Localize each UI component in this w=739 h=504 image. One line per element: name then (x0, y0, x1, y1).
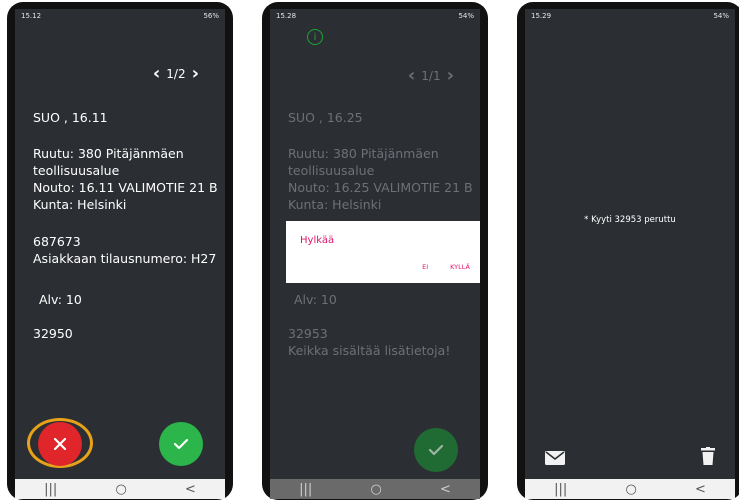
back-button[interactable]: < (440, 482, 451, 497)
status-bar: 15.28 54% (270, 9, 480, 23)
system-nav-bar: ||| ○ < (270, 479, 480, 499)
screen-2: 15.28 54% i ‹ 1/1 › SUO , 16.25 Ruutu: 3… (270, 9, 480, 479)
pickup-line: Nouto: 16.11 VALIMOTIE 21 B (33, 180, 218, 195)
status-time: 15.29 (531, 12, 552, 20)
battery-level: 54% (458, 12, 474, 20)
extra-info-note: Keikka sisältää lisätietoja! (288, 343, 451, 358)
system-nav-bar: ||| ○ < (15, 479, 225, 499)
customer-order-number: Asiakkaan tilausnumero: H27 (33, 251, 217, 266)
area-line: Ruutu: 380 Pitäjänmäen (288, 146, 439, 161)
back-button[interactable]: < (185, 482, 196, 497)
order-number: 687673 (33, 234, 81, 249)
pager: ‹ 1/2 › (153, 63, 199, 84)
vat-line: Alv: 10 (294, 292, 337, 307)
pickup-line: Nouto: 16.25 VALIMOTIE 21 B (288, 180, 473, 195)
order-title: SUO , 16.11 (33, 110, 108, 125)
dialog-title: Hylkää (300, 235, 335, 246)
recent-apps-button[interactable]: ||| (44, 482, 57, 497)
trip-id: 32950 (33, 326, 73, 341)
close-icon (53, 437, 67, 451)
area-line-2: teollisuusalue (288, 163, 375, 178)
back-button[interactable]: < (695, 482, 706, 497)
area-line-2: teollisuusalue (33, 163, 120, 178)
municipality-line: Kunta: Helsinki (288, 197, 382, 212)
status-bar: 15.29 54% (525, 9, 735, 23)
chevron-left-icon[interactable]: ‹ (153, 63, 160, 84)
chevron-left-icon[interactable]: ‹ (408, 65, 415, 86)
screen-3: 15.29 54% * Kyyti 32953 peruttu (525, 9, 735, 479)
municipality-line: Kunta: Helsinki (33, 197, 127, 212)
area-line: Ruutu: 380 Pitäjänmäen (33, 146, 184, 161)
status-bar: 15.12 56% (15, 9, 225, 23)
page-indicator: 1/2 (166, 66, 186, 81)
status-time: 15.28 (276, 12, 297, 20)
recent-apps-button[interactable]: ||| (554, 482, 567, 497)
vat-line: Alv: 10 (39, 292, 82, 307)
chevron-right-icon[interactable]: › (447, 65, 454, 86)
check-icon (173, 438, 189, 450)
battery-level: 56% (203, 12, 219, 20)
pager: ‹ 1/1 › (408, 65, 454, 86)
mail-icon[interactable] (545, 450, 565, 469)
yes-button[interactable]: KYLLÄ (450, 263, 470, 271)
reject-button[interactable] (38, 422, 82, 466)
reject-confirm-dialog: Hylkää EI KYLLÄ (286, 221, 480, 283)
system-nav-bar: ||| ○ < (525, 479, 735, 499)
home-button[interactable]: ○ (625, 482, 636, 497)
recent-apps-button[interactable]: ||| (299, 482, 312, 497)
info-icon[interactable]: i (307, 29, 323, 45)
trip-id: 32953 (288, 326, 328, 341)
check-icon (428, 444, 444, 456)
accept-button (414, 428, 458, 472)
no-button[interactable]: EI (422, 263, 428, 271)
home-button[interactable]: ○ (370, 482, 381, 497)
order-title: SUO , 16.25 (288, 110, 363, 125)
trash-icon[interactable] (701, 447, 715, 469)
screen-1: 15.12 56% ‹ 1/2 › SUO , 16.11 Ruutu: 380… (15, 9, 225, 479)
dialog-buttons: EI KYLLÄ (422, 263, 470, 271)
status-time: 15.12 (21, 12, 42, 20)
cancel-message: * Kyyti 32953 peruttu (584, 215, 676, 225)
accept-button[interactable] (159, 422, 203, 466)
battery-level: 54% (713, 12, 729, 20)
phone-1: 15.12 56% ‹ 1/2 › SUO , 16.11 Ruutu: 380… (7, 2, 233, 500)
home-button[interactable]: ○ (115, 482, 126, 497)
phone-3: 15.29 54% * Kyyti 32953 peruttu ||| ○ < (517, 2, 739, 500)
page-indicator: 1/1 (421, 68, 441, 83)
phone-2: 15.28 54% i ‹ 1/1 › SUO , 16.25 Ruutu: 3… (262, 2, 488, 500)
chevron-right-icon[interactable]: › (192, 63, 199, 84)
